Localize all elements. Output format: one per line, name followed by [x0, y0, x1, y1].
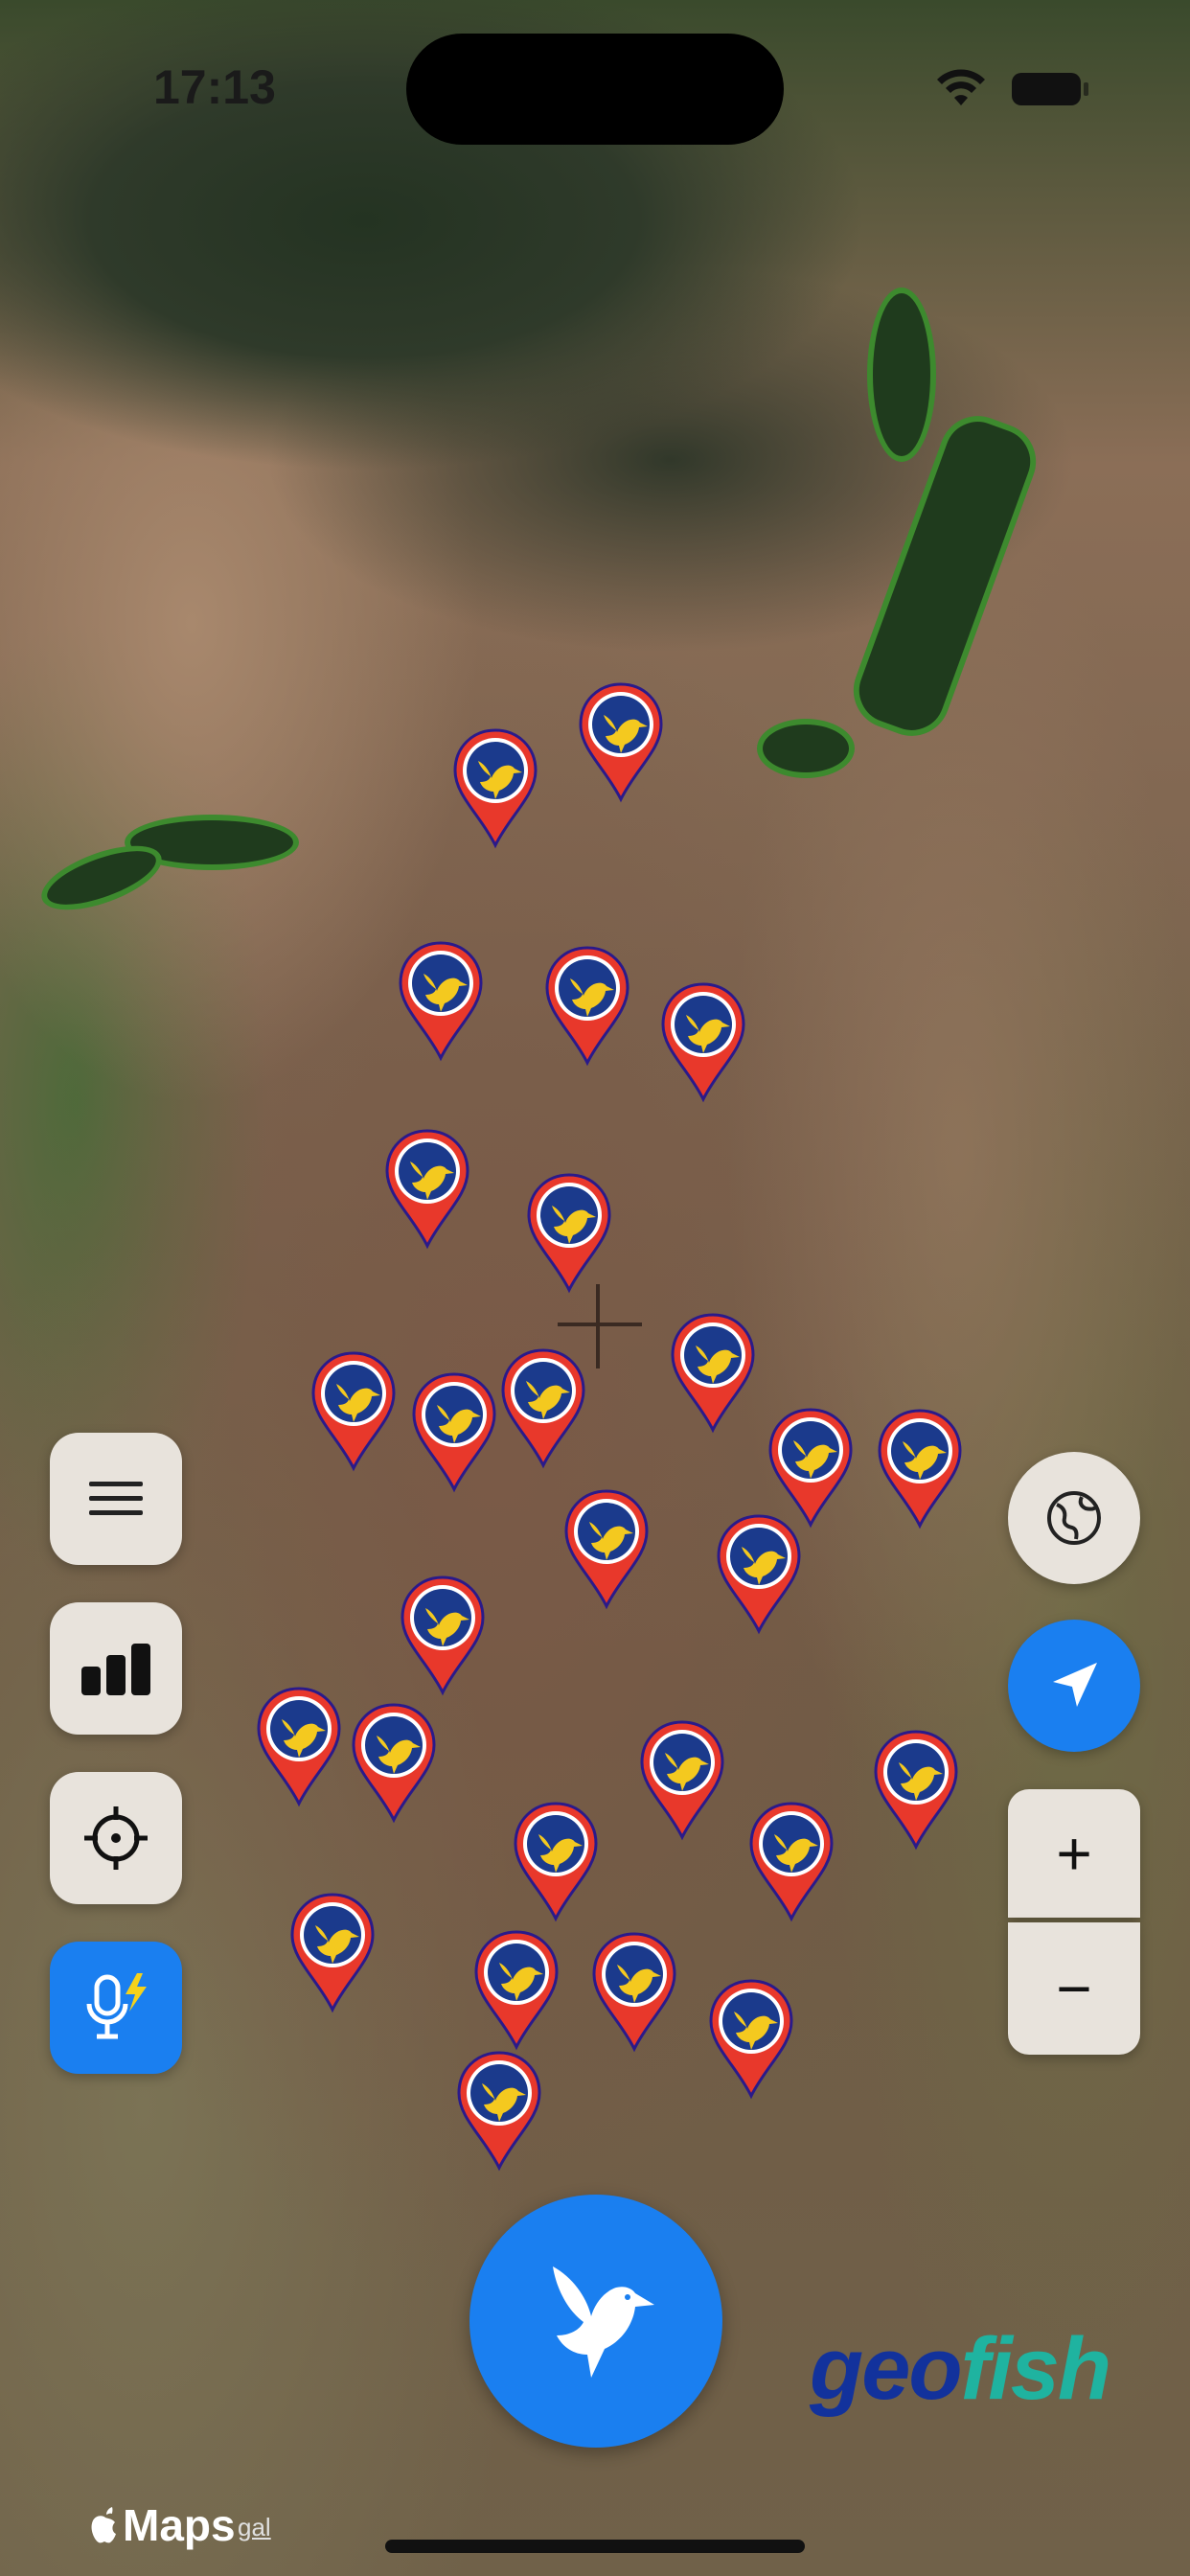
bird-icon — [501, 1348, 585, 1469]
waterway — [842, 404, 1047, 748]
catch-pin[interactable] — [472, 1928, 561, 2051]
catch-pin[interactable] — [455, 2049, 543, 2172]
waterway — [867, 288, 936, 462]
bird-icon — [717, 1514, 801, 1635]
bird-icon — [352, 1703, 436, 1824]
bird-icon — [749, 1802, 834, 1922]
bird-icon — [474, 1930, 559, 2051]
bird-icon — [709, 1979, 793, 2100]
bird-icon — [514, 1802, 598, 1922]
catch-pin[interactable] — [309, 1349, 398, 1472]
catch-pin[interactable] — [288, 1891, 377, 2013]
apple-icon — [91, 2507, 116, 2543]
bird-icon — [878, 1409, 962, 1530]
catch-pin[interactable] — [876, 1407, 964, 1530]
apple-maps-attribution[interactable]: Maps — [88, 2499, 236, 2551]
location-arrow-icon — [1053, 1663, 1097, 1707]
bird-icon — [661, 982, 745, 1103]
my-location-button[interactable] — [1008, 1620, 1140, 1752]
catch-pin[interactable] — [543, 944, 631, 1067]
dynamic-island — [406, 34, 784, 145]
voice-lightning-icon — [86, 1973, 147, 2039]
globe-icon — [1047, 1491, 1101, 1545]
bird-icon — [257, 1687, 341, 1807]
bird-icon — [457, 2051, 541, 2172]
map-type-button[interactable] — [1008, 1452, 1140, 1584]
catch-pin[interactable] — [562, 1487, 651, 1610]
catch-pin[interactable] — [707, 1977, 795, 2100]
catch-pin[interactable] — [659, 980, 747, 1103]
zoom-in-button[interactable]: + — [1008, 1789, 1140, 1918]
battery-tip — [1084, 82, 1088, 96]
bird-icon — [412, 1372, 496, 1493]
catch-pin[interactable] — [383, 1127, 471, 1250]
locate-target-button[interactable] — [50, 1772, 182, 1904]
legal-link[interactable]: gal — [238, 2513, 271, 2542]
catch-pin[interactable] — [451, 726, 539, 849]
status-time: 17:13 — [153, 60, 276, 114]
bird-icon — [592, 1932, 676, 2053]
catch-pin[interactable] — [715, 1512, 803, 1635]
bird-icon — [640, 1720, 724, 1841]
catch-pin[interactable] — [747, 1800, 835, 1922]
bird-icon — [579, 682, 663, 803]
zoom-out-icon: − — [1056, 1954, 1092, 2023]
waterway — [34, 832, 170, 924]
bird-icon — [553, 2266, 654, 2378]
bird-icon — [290, 1893, 375, 2013]
bird-icon — [453, 728, 538, 849]
catch-pin[interactable] — [410, 1370, 498, 1493]
bird-icon — [311, 1351, 396, 1472]
bird-icon — [527, 1173, 611, 1294]
voice-log-button[interactable] — [50, 1942, 182, 2074]
menu-icon — [89, 1482, 143, 1515]
catch-pin[interactable] — [669, 1311, 757, 1434]
zoom-out-button[interactable]: − — [1008, 1922, 1140, 2055]
bird-icon — [874, 1730, 958, 1851]
add-catch-button[interactable] — [469, 2195, 722, 2448]
bird-icon — [400, 1576, 485, 1696]
statistics-button[interactable] — [50, 1602, 182, 1735]
catch-pin[interactable] — [499, 1346, 587, 1469]
bird-icon — [399, 941, 483, 1062]
waterway — [757, 719, 855, 778]
catch-pin[interactable] — [255, 1685, 343, 1807]
bird-icon — [545, 946, 629, 1067]
bar-chart-icon — [81, 1644, 150, 1695]
catch-pin[interactable] — [638, 1718, 726, 1841]
catch-pin[interactable] — [397, 939, 485, 1062]
catch-pin[interactable] — [577, 680, 665, 803]
catch-pin[interactable] — [590, 1930, 678, 2053]
battery-icon — [1012, 73, 1081, 105]
catch-pin[interactable] — [350, 1701, 438, 1824]
map-center-crosshair — [558, 1322, 642, 1326]
catch-pin[interactable] — [512, 1800, 600, 1922]
wifi-icon — [937, 69, 985, 105]
bird-icon — [385, 1129, 469, 1250]
home-indicator — [385, 2540, 805, 2553]
zoom-in-icon: + — [1056, 1819, 1092, 1888]
bird-icon — [768, 1408, 853, 1529]
crosshair-icon — [84, 1806, 148, 1870]
catch-pin[interactable] — [525, 1171, 613, 1294]
catch-pin[interactable] — [872, 1728, 960, 1851]
bird-icon — [564, 1489, 649, 1610]
geofish-logo: geofish — [810, 2320, 1111, 2418]
menu-button[interactable] — [50, 1433, 182, 1565]
catch-pin[interactable] — [399, 1574, 487, 1696]
catch-pin[interactable] — [767, 1406, 855, 1529]
map-center-crosshair — [596, 1284, 600, 1368]
bird-icon — [671, 1313, 755, 1434]
